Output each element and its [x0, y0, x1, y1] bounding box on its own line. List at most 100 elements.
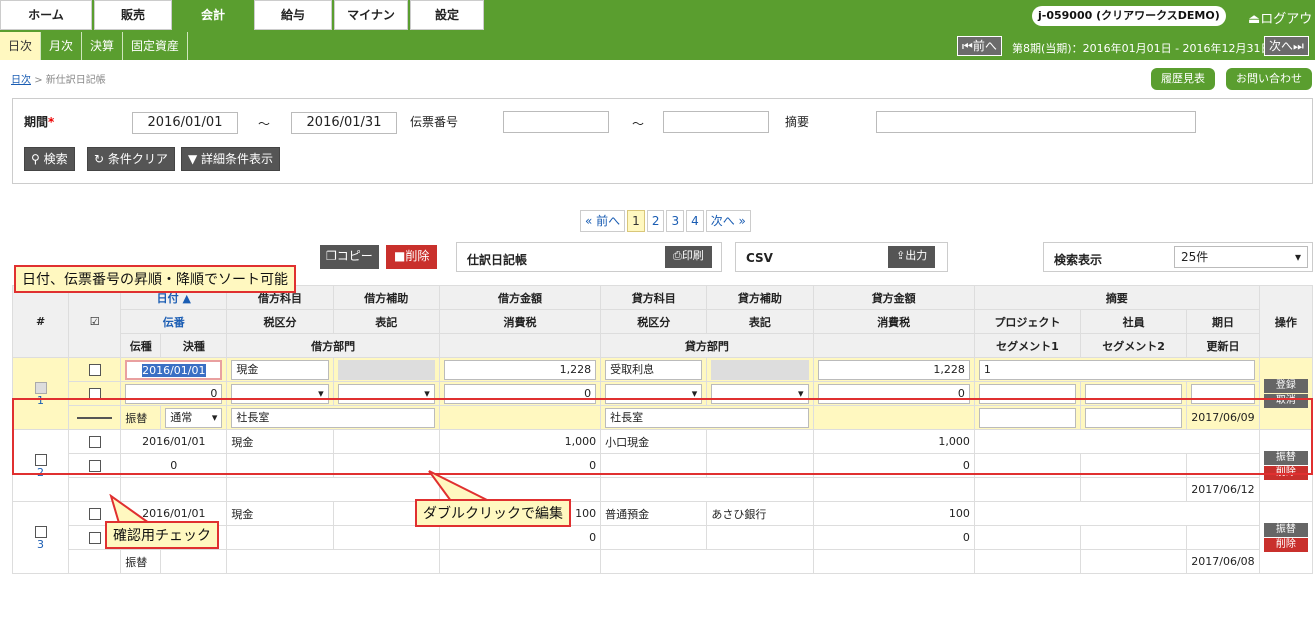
row-1-seg2-input[interactable] [1085, 407, 1183, 428]
row-1-register-button[interactable]: 登録 [1263, 379, 1308, 393]
row-1-check-2[interactable] [88, 388, 101, 400]
tab-payroll[interactable]: 給与 [254, 0, 332, 30]
breadcrumb-daily-link[interactable]: 日次 [11, 75, 31, 86]
row-2-credit-notation [706, 453, 814, 478]
row-1-credit-tax-input[interactable]: 0 [817, 383, 970, 404]
date-to-input[interactable]: 2016/01/31 [291, 112, 397, 134]
row-3-seg2 [1080, 549, 1188, 574]
row-1-memo-input[interactable]: 1 [978, 359, 1255, 380]
row-3-debit-acct: 現金 [226, 501, 334, 526]
row-1-date-input[interactable]: 2016/01/01 [125, 359, 223, 380]
row-1-empty-cell-2 [812, 405, 975, 430]
date-from-input[interactable]: 2016/01/01 [132, 112, 238, 134]
row-1-credit-dept-input[interactable]: 社長室 [605, 407, 809, 428]
row-3-transfer-button[interactable]: 振替 [1263, 523, 1308, 537]
contact-button[interactable]: お問い合わせ [1226, 68, 1312, 90]
tab-home[interactable]: ホーム [0, 0, 92, 30]
subtab-fixed-assets[interactable]: 固定資産 [123, 32, 189, 60]
row-3-check-1[interactable] [88, 508, 101, 520]
row-2-credit-tax-type [600, 453, 708, 478]
count-select[interactable]: 25件 ▾ [1174, 246, 1308, 268]
subtab-closing[interactable]: 決算 [82, 32, 124, 60]
header-voucher[interactable]: 伝番 [120, 309, 228, 334]
row-1-notation-select[interactable]: ▾ [337, 383, 435, 404]
history-button[interactable]: 履歴見表 [1151, 68, 1215, 90]
row-2-select-checkbox[interactable] [34, 453, 47, 466]
pager-next[interactable]: 次へ » [705, 210, 751, 232]
voucher-from-input[interactable] [503, 111, 609, 133]
row-1-due-input[interactable] [1191, 383, 1255, 404]
row-3-delete-button[interactable]: 削除 [1263, 538, 1308, 552]
row-2-delete-button[interactable]: 削除 [1263, 466, 1308, 480]
row-3-select-checkbox[interactable] [34, 525, 47, 538]
row-3-due [1186, 525, 1260, 550]
row-1-credit-tax-type-select[interactable]: ▾ [605, 383, 703, 404]
subtab-daily[interactable]: 日次 [0, 32, 42, 60]
memo-input[interactable] [876, 111, 1196, 133]
row-3-num-cell: 3 [11, 501, 70, 574]
sub-tabs: 日次 月次 決算 固定資産 [0, 32, 189, 60]
row-1-credit-acct-input[interactable]: 受取利息 [605, 359, 703, 380]
pager-prev[interactable]: « 前へ [580, 210, 626, 232]
pager-page-1[interactable]: 1 [627, 210, 645, 232]
tilde-2: ～ [632, 117, 645, 131]
row-1-voucher-cell: 0 [120, 381, 228, 406]
row-3-credit-tax-type [600, 525, 708, 550]
row-3-updated: 2017/06/08 [1186, 549, 1260, 574]
pager-page-2[interactable]: 2 [646, 210, 665, 232]
tab-sales[interactable]: 販売 [94, 0, 172, 30]
row-2-debit-amt: 1,000 [438, 429, 602, 454]
clear-button[interactable]: ↻ 条件クリア [87, 147, 175, 171]
header-memo: 摘要 [973, 285, 1260, 310]
row-1-debit-amt-input[interactable]: 1,228 [443, 359, 597, 380]
copy-icon: ❐ [326, 249, 337, 263]
header-updated: 更新日 [1186, 333, 1260, 358]
row-1-credit-notation-select[interactable]: ▾ [711, 383, 809, 404]
tab-accounting[interactable]: 会計 [174, 0, 252, 30]
row-2-check-1[interactable] [88, 436, 101, 448]
delete-button[interactable]: ■削除 [386, 245, 438, 269]
row-1-stype-select[interactable]: 通常 ▾ [165, 407, 223, 428]
memo-label: 摘要 [785, 115, 810, 129]
next-period-button[interactable]: 次へ⏭ [1264, 36, 1309, 56]
header-tax-type-2: 税区分 [600, 309, 708, 334]
print-button[interactable]: ⎙印刷 [665, 246, 712, 268]
row-2-check-2[interactable] [88, 460, 101, 472]
search-button[interactable]: ⚲ 検索 [24, 147, 75, 171]
pager-page-4[interactable]: 4 [686, 210, 704, 232]
row-2-transfer-button[interactable]: 振替 [1263, 451, 1308, 465]
row-1-check-1[interactable] [88, 364, 101, 376]
detail-button[interactable]: ▼ 詳細条件表示 [181, 147, 281, 171]
row-2-updated: 2017/06/12 [1186, 477, 1260, 502]
user-badge[interactable]: j-059000 (クリアワークスDEMO) [1032, 6, 1226, 26]
row-1-staff-input[interactable] [1085, 383, 1183, 404]
row-1-cancel-button[interactable]: 取消 [1263, 394, 1308, 408]
upload-icon: ⇪ [896, 249, 906, 262]
header-empty-2 [812, 333, 975, 358]
row-1-debit-tax-input[interactable]: 0 [443, 383, 597, 404]
row-1-credit-amt-input[interactable]: 1,228 [817, 359, 970, 380]
subtab-monthly[interactable]: 月次 [41, 32, 83, 60]
export-button[interactable]: ⇪出力 [888, 246, 936, 268]
row-1-check-cell [68, 357, 122, 382]
row-3-check-2[interactable] [88, 532, 101, 544]
print-icon: ⎙ [673, 249, 682, 262]
voucher-to-input[interactable] [663, 111, 769, 133]
skip-forward-icon: ⏭ [1293, 39, 1304, 53]
header-vtype: 伝種 [120, 333, 162, 358]
row-1-debit-acct-input[interactable]: 現金 [231, 359, 329, 380]
row-1-voucher-input[interactable]: 0 [125, 383, 223, 404]
header-seg1: セグメント1 [973, 333, 1082, 358]
row-1-select-checkbox[interactable] [34, 381, 47, 394]
row-1-tax-type-select[interactable]: ▾ [231, 383, 329, 404]
row-1-seg1-input[interactable] [978, 407, 1077, 428]
logout-link[interactable]: ⏏ログアウト [1248, 8, 1315, 27]
row-1-debit-dept-input[interactable]: 社長室 [231, 407, 435, 428]
tab-settings[interactable]: 設定 [410, 0, 484, 30]
row-1-project-input[interactable] [978, 383, 1077, 404]
copy-button[interactable]: ❐コピー [320, 245, 379, 269]
row-1-num-cell: 1 [11, 357, 70, 430]
pager-page-3[interactable]: 3 [666, 210, 685, 232]
prev-period-button[interactable]: ⏮前へ [957, 36, 1002, 56]
tab-mynumber[interactable]: マイナンバー [334, 0, 408, 50]
